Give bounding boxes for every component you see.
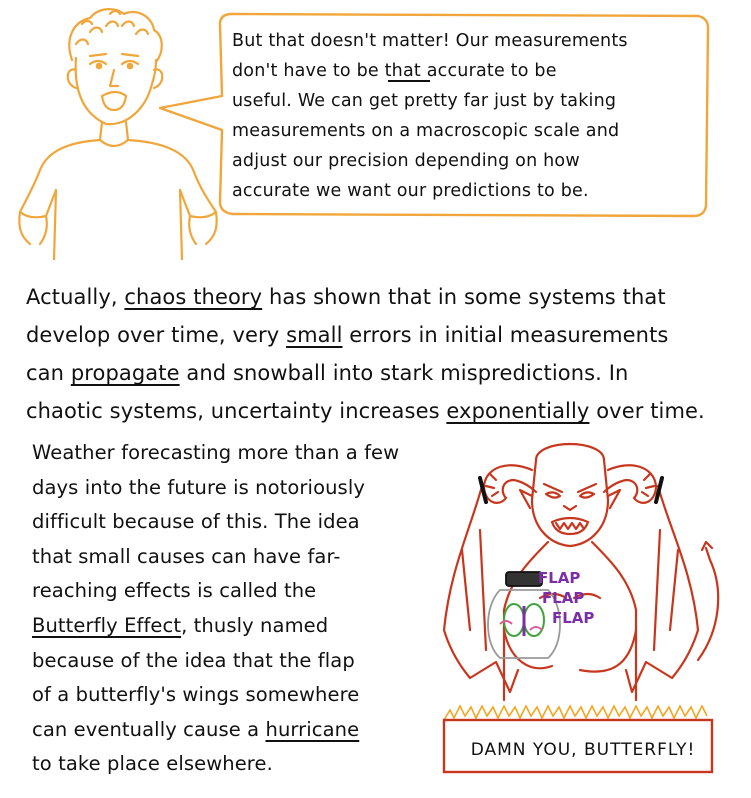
column-line: that small causes can have far- (32, 544, 341, 568)
chaos-theory-term: chaos theory (124, 285, 263, 309)
hurricane-term: hurricane (265, 717, 360, 741)
bubble-line: adjust our precision depending on how (232, 151, 580, 171)
column-line: to take place elsewhere. (32, 752, 273, 776)
bubble-line: accurate we want our predictions to be. (232, 181, 589, 201)
paragraph-line: Actually, chaos theory has shown that in… (26, 278, 736, 316)
text-segment: chaotic systems, uncertainty increases (26, 399, 447, 423)
text-segment: has shown that in some systems that (262, 285, 666, 309)
fire-border (443, 704, 708, 721)
bubble-line: useful. We can get pretty far just by ta… (232, 91, 617, 111)
exponentially-term: exponentially (446, 399, 590, 423)
text-segment: Actually, (26, 285, 125, 309)
column-line: difficult because of this. The idea (32, 510, 360, 534)
text-segment: can eventually cause a (32, 717, 266, 741)
bubble-underline-mark (388, 80, 430, 82)
column-line: reaching effects is called the (32, 579, 317, 603)
main-paragraph: Actually, chaos theory has shown that in… (26, 278, 736, 430)
paragraph-line: develop over time, very small errors in … (26, 316, 736, 354)
small-term: small (286, 323, 343, 347)
column-line: of a butterfly's wings somewhere (32, 683, 360, 707)
column-line: days into the future is notoriously (32, 475, 365, 499)
propagate-term: propagate (70, 361, 180, 385)
paragraph-line: chaotic systems, uncertainty increases e… (26, 392, 736, 430)
flap-word: FLAP (542, 589, 585, 607)
column-line: can eventually cause a hurricane (32, 713, 442, 748)
bubble-line: measurements on a macroscopic scale and (232, 121, 620, 141)
text-segment: and snowball into stark mispredictions. … (179, 361, 629, 385)
bubble-line: don't have to be that accurate to be (232, 61, 557, 81)
butterfly-effect-term: Butterfly Effect (32, 613, 182, 637)
text-segment: can (26, 361, 71, 385)
text-segment: errors in initial measurements (342, 323, 669, 347)
left-column-text: Weather forecasting more than a few days… (32, 436, 442, 782)
text-segment: , thusly named (181, 613, 329, 637)
flap-word: FLAP (538, 569, 581, 587)
column-line: Butterfly Effect, thusly named (32, 609, 442, 644)
text-segment: develop over time, very (26, 323, 287, 347)
flap-word: FLAP (552, 609, 595, 627)
column-line: because of the idea that the flap (32, 648, 355, 672)
text-segment: over time. (589, 399, 705, 423)
demon-caption: DAMN YOU, BUTTERFLY! (470, 740, 696, 760)
jar-lid (505, 571, 543, 587)
speech-bubble-text: But that doesn't matter! Our measurement… (232, 26, 702, 206)
bubble-line: But that doesn't matter! Our measurement… (232, 31, 628, 51)
column-line: Weather forecasting more than a few (32, 441, 400, 464)
flap-text: FLAP FLAP FLAP (538, 568, 594, 628)
paragraph-line: can propagate and snowball into stark mi… (26, 354, 736, 392)
